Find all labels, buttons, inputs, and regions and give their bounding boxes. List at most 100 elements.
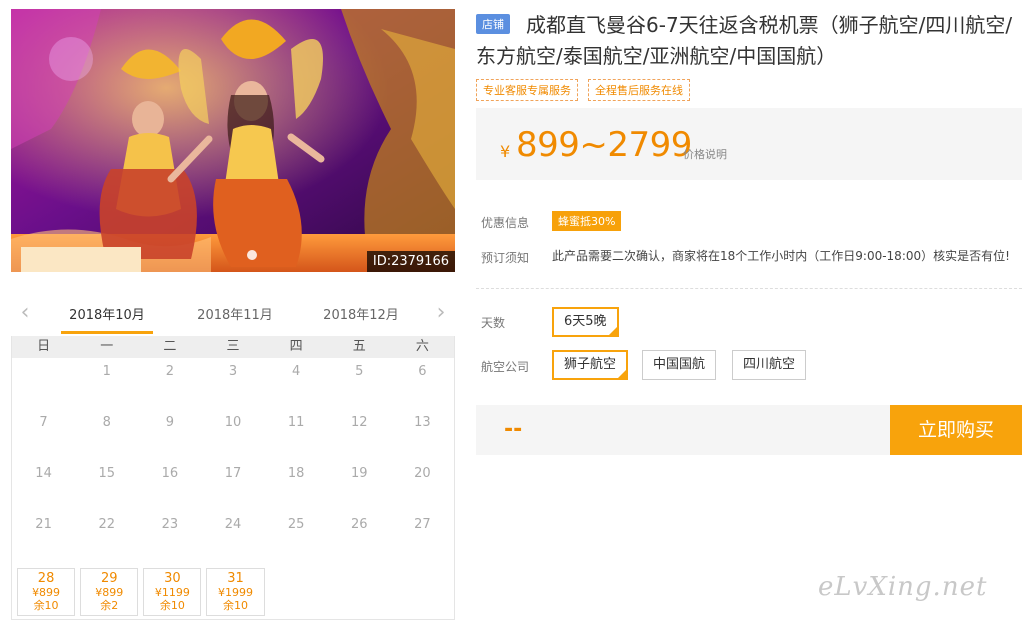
calendar-day: 10: [224, 415, 242, 430]
weekday-label: 四: [289, 339, 303, 354]
calendar-day: 1: [102, 364, 111, 379]
calendar-day: 9: [165, 415, 174, 430]
calendar-day-empty: [328, 562, 391, 613]
calendar-day: 11: [287, 415, 305, 430]
airline-option-sichuan[interactable]: 四川航空: [732, 350, 807, 380]
days-label: 天数: [481, 316, 506, 330]
calendar-day: 18: [287, 466, 305, 481]
calendar-day-empty: [391, 562, 454, 613]
total-price: --: [504, 417, 523, 442]
image-id-label: ID:2379166: [366, 251, 455, 272]
calendar-day: 21: [35, 517, 52, 532]
tab-month-oct[interactable]: 2018年10月: [61, 298, 153, 334]
calendar-day-available[interactable]: 31 ¥1999 余10: [201, 562, 265, 616]
calendar-day: 23: [161, 517, 179, 532]
purchase-bar: -- 立即购买: [476, 405, 1022, 455]
day-price: ¥899: [32, 586, 61, 599]
calendar-day: 12: [351, 415, 368, 430]
calendar-day: 19: [351, 466, 368, 481]
site-watermark: eLvXing.net: [818, 572, 988, 602]
calendar-day: 14: [35, 466, 52, 481]
calendar-day: 22: [98, 517, 115, 532]
buy-now-button[interactable]: 立即购买: [890, 405, 1022, 455]
day-number: 29: [100, 571, 118, 586]
carousel-indicator[interactable]: [247, 250, 257, 260]
day-price: ¥1999: [217, 586, 253, 599]
price-explanation-link[interactable]: 价格说明: [683, 146, 727, 162]
calendar-day: 26: [351, 517, 368, 532]
month-tabs: 2018年10月 2018年11月 2018年12月: [61, 298, 425, 334]
divider: [476, 288, 1022, 289]
day-price-box[interactable]: 28 ¥899 余10: [17, 568, 76, 616]
day-price-box[interactable]: 30 ¥1199 余10: [143, 568, 202, 616]
stage-photo: [11, 9, 455, 272]
calendar-day: 6: [418, 364, 427, 379]
promo-badge: 蜂蜜抵30%: [552, 211, 622, 231]
weekday-label: 五: [352, 339, 366, 354]
calendar-day: 25: [287, 517, 305, 532]
calendar-day-available[interactable]: 28 ¥899 余10: [12, 562, 76, 616]
airline-option-lion[interactable]: 狮子航空: [552, 350, 629, 380]
shop-badge[interactable]: 店铺: [476, 14, 510, 34]
product-hero-image[interactable]: ID:2379166: [11, 9, 455, 272]
day-number: 28: [37, 571, 55, 586]
day-remaining: 余10: [159, 599, 185, 612]
day-number: 31: [227, 571, 244, 586]
notice-label: 预订须知: [481, 251, 530, 265]
weekday-label: 三: [226, 339, 240, 354]
promo-label: 优惠信息: [481, 216, 530, 230]
product-title: 成都直飞曼谷6-7天往返含税机票（狮子航空/四川航空/东方航空/泰国航空/亚洲航…: [476, 13, 1013, 68]
day-remaining: 余10: [222, 599, 248, 612]
days-option[interactable]: 6天5晚: [552, 307, 619, 337]
price-range: 899~2799: [516, 125, 692, 165]
weekday-label: 六: [415, 339, 429, 354]
calendar-day: 5: [355, 364, 364, 379]
calendar-day: 15: [98, 466, 115, 481]
day-number: 30: [164, 571, 181, 586]
service-tags: 专业客服专属服务 全程售后服务在线: [476, 79, 690, 101]
calendar-week: 1 2 3 4 5 6: [12, 358, 454, 409]
currency-symbol: ¥: [500, 142, 511, 161]
calendar-day-empty: [12, 358, 75, 409]
calendar-day: 20: [414, 466, 431, 481]
calendar-day: 8: [102, 415, 111, 430]
tab-month-dec[interactable]: 2018年12月: [315, 298, 407, 334]
calendar-day: 13: [414, 415, 431, 430]
calendar-day: 2: [165, 364, 174, 379]
tab-month-nov[interactable]: 2018年11月: [189, 298, 281, 334]
service-tag: 全程售后服务在线: [588, 79, 690, 101]
calendar-day: 7: [39, 415, 48, 430]
calendar-day-empty: [265, 562, 328, 613]
day-remaining: 余2: [100, 599, 119, 612]
calendar-week: 7 8 9 10 11 12 13: [12, 409, 454, 460]
day-price-box[interactable]: 31 ¥1999 余10: [206, 568, 265, 616]
booking-notice: 此产品需要二次确认，商家将在18个工作小时内（工作日9:00-18:00）核实是…: [552, 249, 1010, 263]
weekday-label: 二: [163, 339, 177, 354]
calendar-day: 16: [161, 466, 179, 481]
calendar-week: 21 22 23 24 25 26 27: [12, 511, 454, 562]
calendar-day: 17: [224, 466, 242, 481]
calendar-day-available[interactable]: 30 ¥1199 余10: [138, 562, 202, 616]
day-price: ¥899: [95, 586, 124, 599]
calendar-week: 14 15 16 17 18 19 20: [12, 460, 454, 511]
calendar-day: 3: [228, 364, 238, 379]
calendar-day: 27: [414, 517, 431, 532]
calendar-week: 28 ¥899 余10 29 ¥899 余2 30 ¥1199 余10 31 ¥…: [12, 562, 454, 616]
calendar-day-available[interactable]: 29 ¥899 余2: [75, 562, 139, 616]
service-tag: 专业客服专属服务: [476, 79, 578, 101]
day-remaining: 余10: [33, 599, 59, 612]
day-price-box[interactable]: 29 ¥899 余2: [80, 568, 139, 616]
weekday-label: 一: [100, 339, 114, 354]
calendar-day: 4: [291, 364, 301, 379]
airline-option-air-china[interactable]: 中国国航: [642, 350, 717, 380]
calendar-day: 24: [224, 517, 242, 532]
day-price: ¥1199: [154, 586, 190, 599]
calendar-grid: 日 一 二 三 四 五 六 1 2 3 4 5 6 7 8 9 10 11 12…: [11, 336, 455, 620]
next-month-arrow-icon[interactable]: ›: [431, 302, 451, 324]
prev-month-arrow-icon[interactable]: ‹: [15, 302, 35, 324]
weekday-header: 日 一 二 三 四 五 六: [12, 336, 454, 358]
airline-label: 航空公司: [481, 360, 530, 374]
weekday-label: 日: [37, 339, 51, 354]
price-panel: ¥ 899~2799 价格说明: [476, 108, 1022, 180]
departure-calendar: ‹ 2018年10月 2018年11月 2018年12月 › 日 一 二 三 四…: [11, 298, 455, 620]
